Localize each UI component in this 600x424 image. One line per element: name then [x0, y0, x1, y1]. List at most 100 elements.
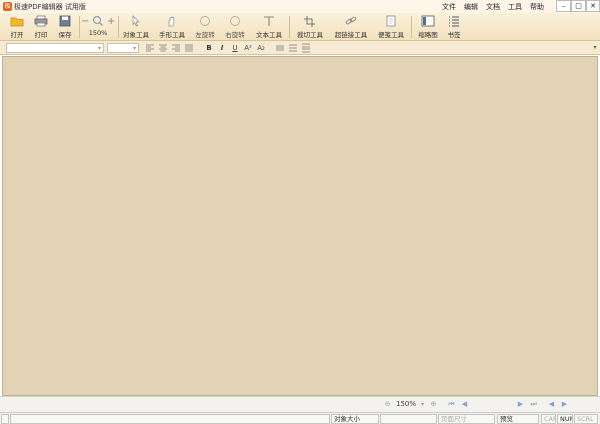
crop-icon	[303, 15, 317, 28]
thumbnails-button[interactable]: 缩略图	[416, 15, 440, 40]
app-title: 极速PDF编辑器 试用版	[14, 3, 86, 11]
navigation-bar: ⊖ 150% ▾ ⊕ ⏮ ◀ ▶ ⏭ ◀ ▶	[0, 396, 600, 412]
folder-icon	[10, 15, 24, 28]
rotate-left-button[interactable]: 左旋转	[192, 15, 218, 40]
object-tool-button[interactable]: 对象工具	[120, 15, 152, 40]
rotate-right-button[interactable]: 右旋转	[222, 15, 248, 40]
close-button[interactable]: ✕	[586, 0, 600, 12]
menu-tools[interactable]: 工具	[508, 2, 522, 12]
zoom-dropdown-icon[interactable]: ▾	[418, 400, 427, 409]
format-toolbar: ▾ ▾ B I U A² A₂ ▾	[0, 41, 600, 55]
object-tool-label: 对象工具	[123, 31, 149, 39]
line-spacing-1-icon[interactable]	[275, 43, 285, 53]
crop-tool-button[interactable]: 裁切工具	[294, 15, 326, 40]
toolbar-overflow-icon[interactable]: ▾	[590, 43, 600, 53]
status-indicator	[1, 414, 9, 424]
list-icon	[447, 15, 461, 28]
scrl-indicator: SCRL	[574, 414, 598, 424]
zoom-level: 150%	[88, 29, 108, 37]
toolbar-divider	[411, 16, 412, 38]
maximize-button[interactable]: □	[571, 0, 586, 12]
rotate-left-label: 左旋转	[195, 31, 215, 39]
page-size-label: 页面尺寸	[438, 414, 495, 424]
bookmarks-label: 书签	[447, 31, 461, 39]
align-right-icon[interactable]	[171, 43, 181, 53]
chevron-down-icon: ▾	[97, 45, 101, 52]
document-workspace[interactable]	[2, 56, 598, 396]
save-button[interactable]: 保存	[54, 15, 76, 40]
text-tool-label: 文本工具	[256, 31, 282, 39]
status-bar: 对象大小 页面尺寸 预览 CAP NUM SCRL	[0, 412, 600, 424]
superscript-button[interactable]: A²	[243, 43, 253, 53]
forward-view-icon[interactable]: ▶	[560, 400, 569, 409]
object-size-value	[380, 414, 437, 424]
cursor-icon	[129, 15, 143, 28]
underline-button[interactable]: U	[230, 43, 240, 53]
back-view-icon[interactable]: ◀	[547, 400, 556, 409]
app-logo-icon: 极	[3, 2, 12, 11]
toolbar-divider	[289, 16, 290, 38]
num-indicator: NUM	[557, 414, 573, 424]
open-button[interactable]: 打开	[6, 15, 28, 40]
align-left-icon[interactable]	[145, 43, 155, 53]
text-tool-button[interactable]: 文本工具	[253, 15, 285, 40]
bold-button[interactable]: B	[204, 43, 214, 53]
menu-help[interactable]: 帮助	[530, 2, 544, 12]
note-tool-button[interactable]: 便笺工具	[375, 15, 407, 40]
cap-indicator: CAP	[541, 414, 556, 424]
toolbar-divider	[118, 16, 119, 38]
chevron-down-icon: ▾	[132, 45, 136, 52]
line-spacing-2-icon[interactable]	[288, 43, 298, 53]
printer-icon	[34, 15, 48, 28]
next-page-icon[interactable]: ▶	[516, 400, 525, 409]
align-justify-icon[interactable]	[184, 43, 194, 53]
menu-bar: 文件 编辑 文档 工具 帮助	[442, 2, 544, 12]
font-family-select[interactable]: ▾	[6, 43, 104, 53]
main-toolbar: 打开 打印 保存 − 150% + 对象工具 手形工具 左旋转 右旋转 文本工具…	[0, 13, 600, 41]
magnifier-icon	[91, 15, 105, 28]
zoom-control[interactable]: 150%	[88, 15, 108, 40]
thumbnails-icon	[421, 15, 435, 28]
link-tool-label: 超链接工具	[334, 31, 368, 39]
print-label: 打印	[34, 31, 48, 39]
last-page-icon[interactable]: ⏭	[529, 400, 538, 409]
previous-page-icon[interactable]: ◀	[460, 400, 469, 409]
print-button[interactable]: 打印	[30, 15, 52, 40]
hand-tool-label: 手形工具	[159, 31, 185, 39]
first-page-icon[interactable]: ⏮	[447, 400, 456, 409]
plus-icon: +	[107, 16, 116, 27]
font-size-select[interactable]: ▾	[107, 43, 139, 53]
line-spacing-3-icon[interactable]	[301, 43, 311, 53]
zoom-in-button[interactable]: +	[107, 15, 115, 40]
object-size-label: 对象大小	[331, 414, 379, 424]
text-cursor-icon	[262, 15, 276, 28]
italic-button[interactable]: I	[217, 43, 227, 53]
rotate-right-label: 右旋转	[225, 31, 245, 39]
bookmarks-button[interactable]: 书签	[444, 15, 464, 40]
link-tool-button[interactable]: 超链接工具	[332, 15, 370, 40]
rotate-left-icon	[198, 15, 212, 28]
sticky-note-icon	[384, 15, 398, 28]
floppy-disk-icon	[58, 15, 72, 28]
minimize-button[interactable]: –	[556, 0, 571, 12]
toolbar-divider	[79, 16, 80, 38]
save-label: 保存	[58, 31, 72, 39]
hand-tool-button[interactable]: 手形工具	[156, 15, 188, 40]
zoom-value: 150%	[396, 400, 417, 408]
status-message	[10, 414, 330, 424]
menu-document[interactable]: 文档	[486, 2, 500, 12]
open-label: 打开	[10, 31, 24, 39]
subscript-button[interactable]: A₂	[256, 43, 266, 53]
title-bar: 极 极速PDF编辑器 试用版 文件 编辑 文档 工具 帮助 – □ ✕	[0, 0, 600, 13]
crop-tool-label: 裁切工具	[297, 31, 323, 39]
hand-icon	[165, 15, 179, 28]
chain-link-icon	[344, 15, 358, 28]
zoom-out-icon[interactable]: ⊖	[383, 400, 392, 409]
thumbnails-label: 缩略图	[418, 31, 438, 39]
preview-label: 预览	[497, 414, 539, 424]
menu-edit[interactable]: 编辑	[464, 2, 478, 12]
align-center-icon[interactable]	[158, 43, 168, 53]
rotate-right-icon	[228, 15, 242, 28]
zoom-in-icon[interactable]: ⊕	[429, 400, 438, 409]
menu-file[interactable]: 文件	[442, 2, 456, 12]
